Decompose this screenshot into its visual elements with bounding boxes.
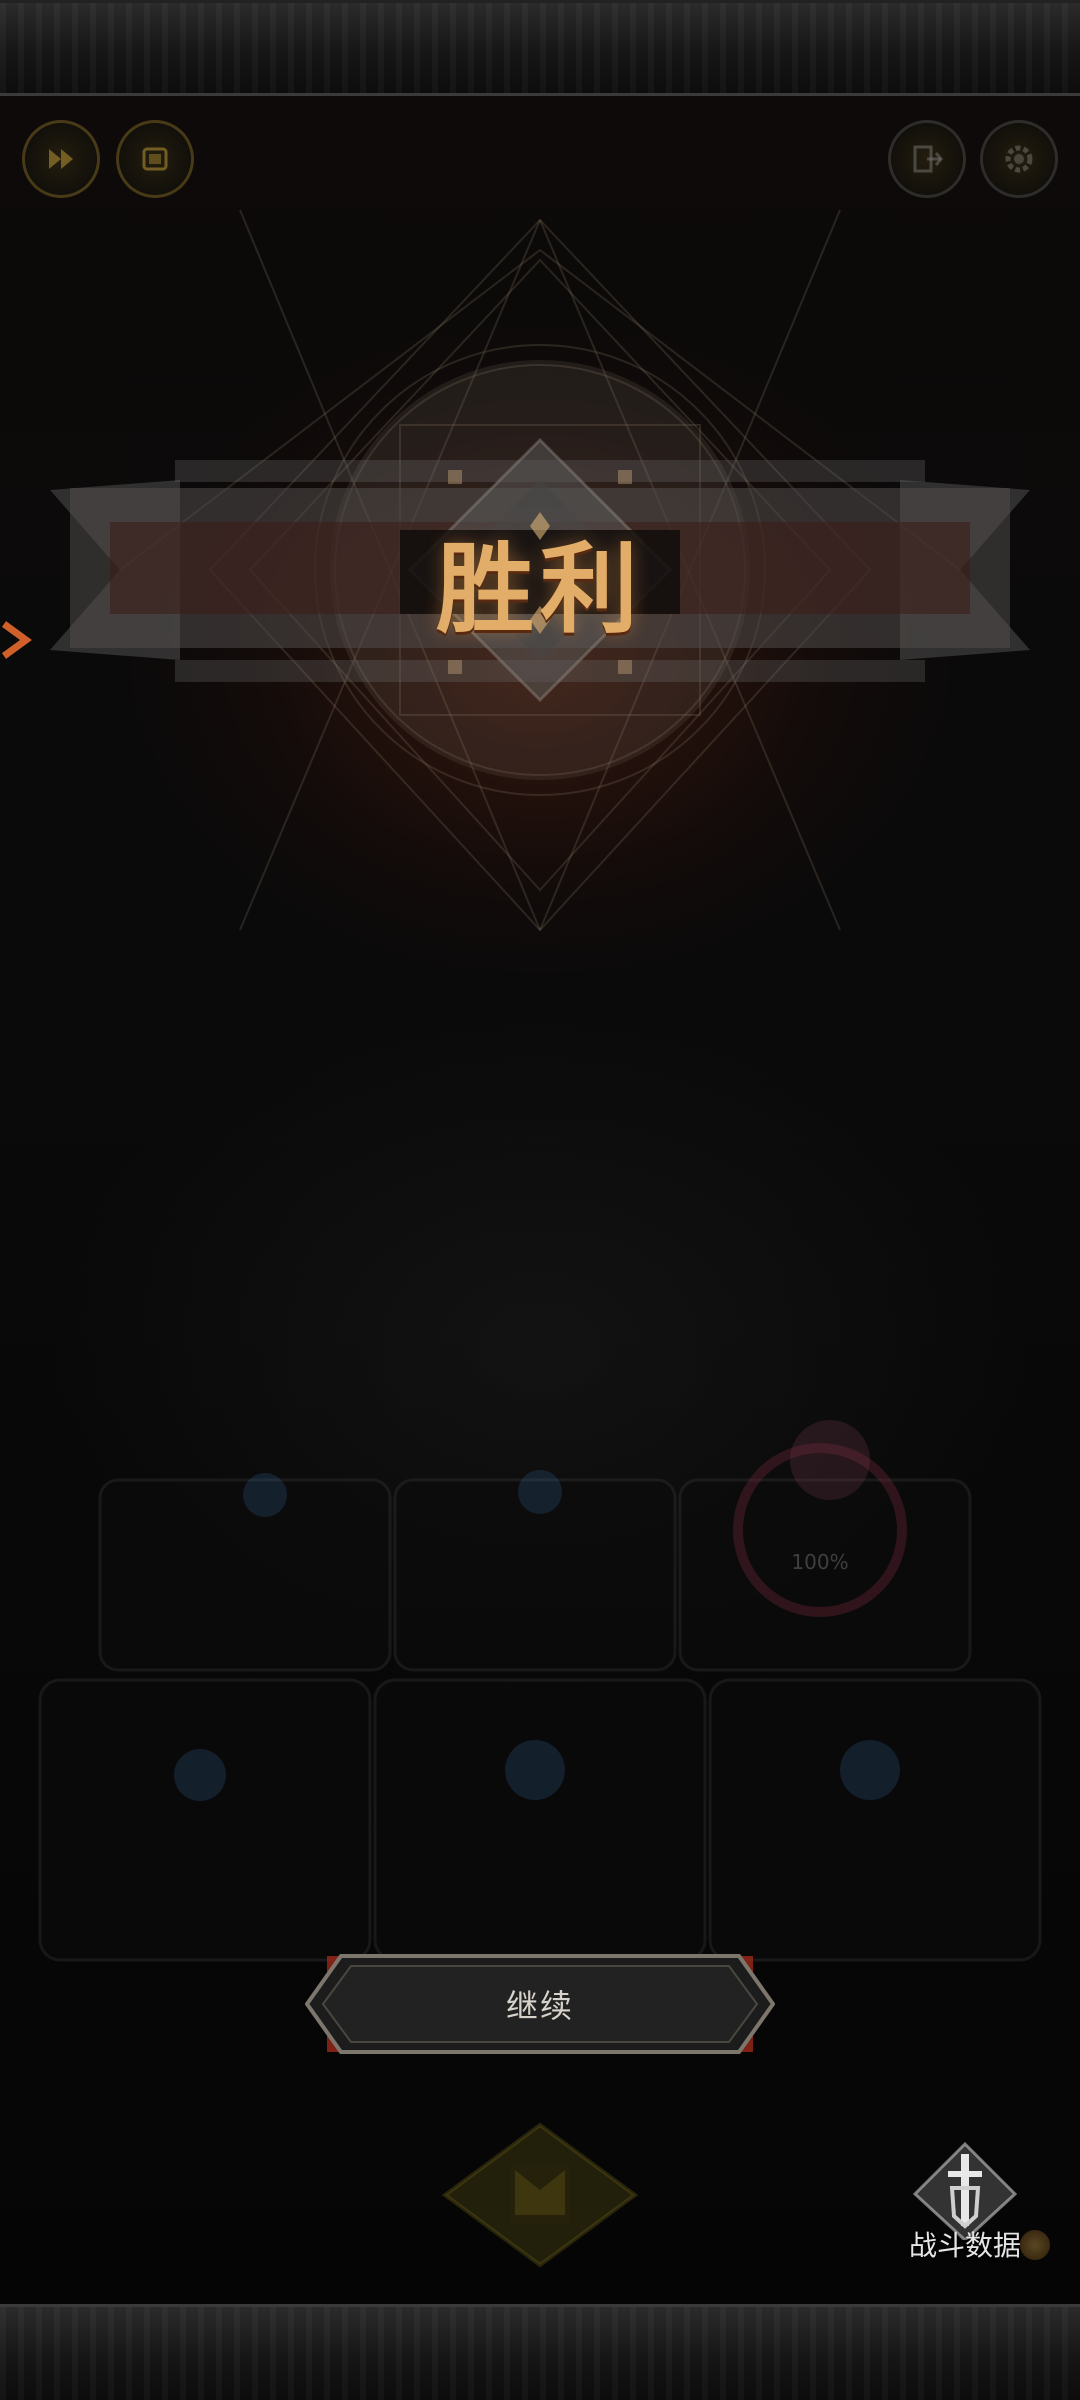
- hero-unit: [790, 1420, 870, 1500]
- bottom-frame-border: [0, 2304, 1080, 2400]
- continue-button[interactable]: 继续: [305, 1952, 775, 2056]
- battle-board: [38, 1420, 1042, 1962]
- board-tile: [708, 1678, 1042, 1962]
- board-tile: [678, 1478, 972, 1672]
- continue-button-label: 继续: [505, 1987, 574, 2025]
- auto-battle-icon: [142, 147, 168, 171]
- top-frame-border: [0, 0, 1080, 96]
- board-tile: [373, 1678, 707, 1962]
- settings-icon: [1005, 145, 1033, 173]
- exit-icon: [913, 145, 943, 173]
- hero-hp-percent: 100%: [791, 1550, 849, 1574]
- coin-icon: [1020, 2230, 1050, 2260]
- fast-forward-icon: [49, 149, 73, 169]
- board-tile: [38, 1678, 372, 1962]
- board-tile: [98, 1478, 392, 1672]
- exit-battle-button[interactable]: [888, 120, 966, 198]
- empty-slot-orb: [505, 1740, 565, 1800]
- empty-slot-orb: [518, 1470, 562, 1514]
- settings-button[interactable]: [980, 120, 1058, 198]
- empty-slot-orb: [174, 1749, 226, 1801]
- fast-forward-button[interactable]: [22, 120, 100, 198]
- battle-stats-label: 战斗数据: [908, 2229, 1021, 2262]
- empty-slot-orb: [840, 1740, 900, 1800]
- victory-title: 胜利: [435, 532, 644, 647]
- auto-battle-button[interactable]: [116, 120, 194, 198]
- side-panel-arrow-icon[interactable]: [0, 610, 36, 670]
- empty-slot-orb: [243, 1473, 287, 1517]
- battle-stats-button[interactable]: 战斗数据: [890, 2140, 1040, 2270]
- banner-emblem-icon: [441, 2122, 639, 2268]
